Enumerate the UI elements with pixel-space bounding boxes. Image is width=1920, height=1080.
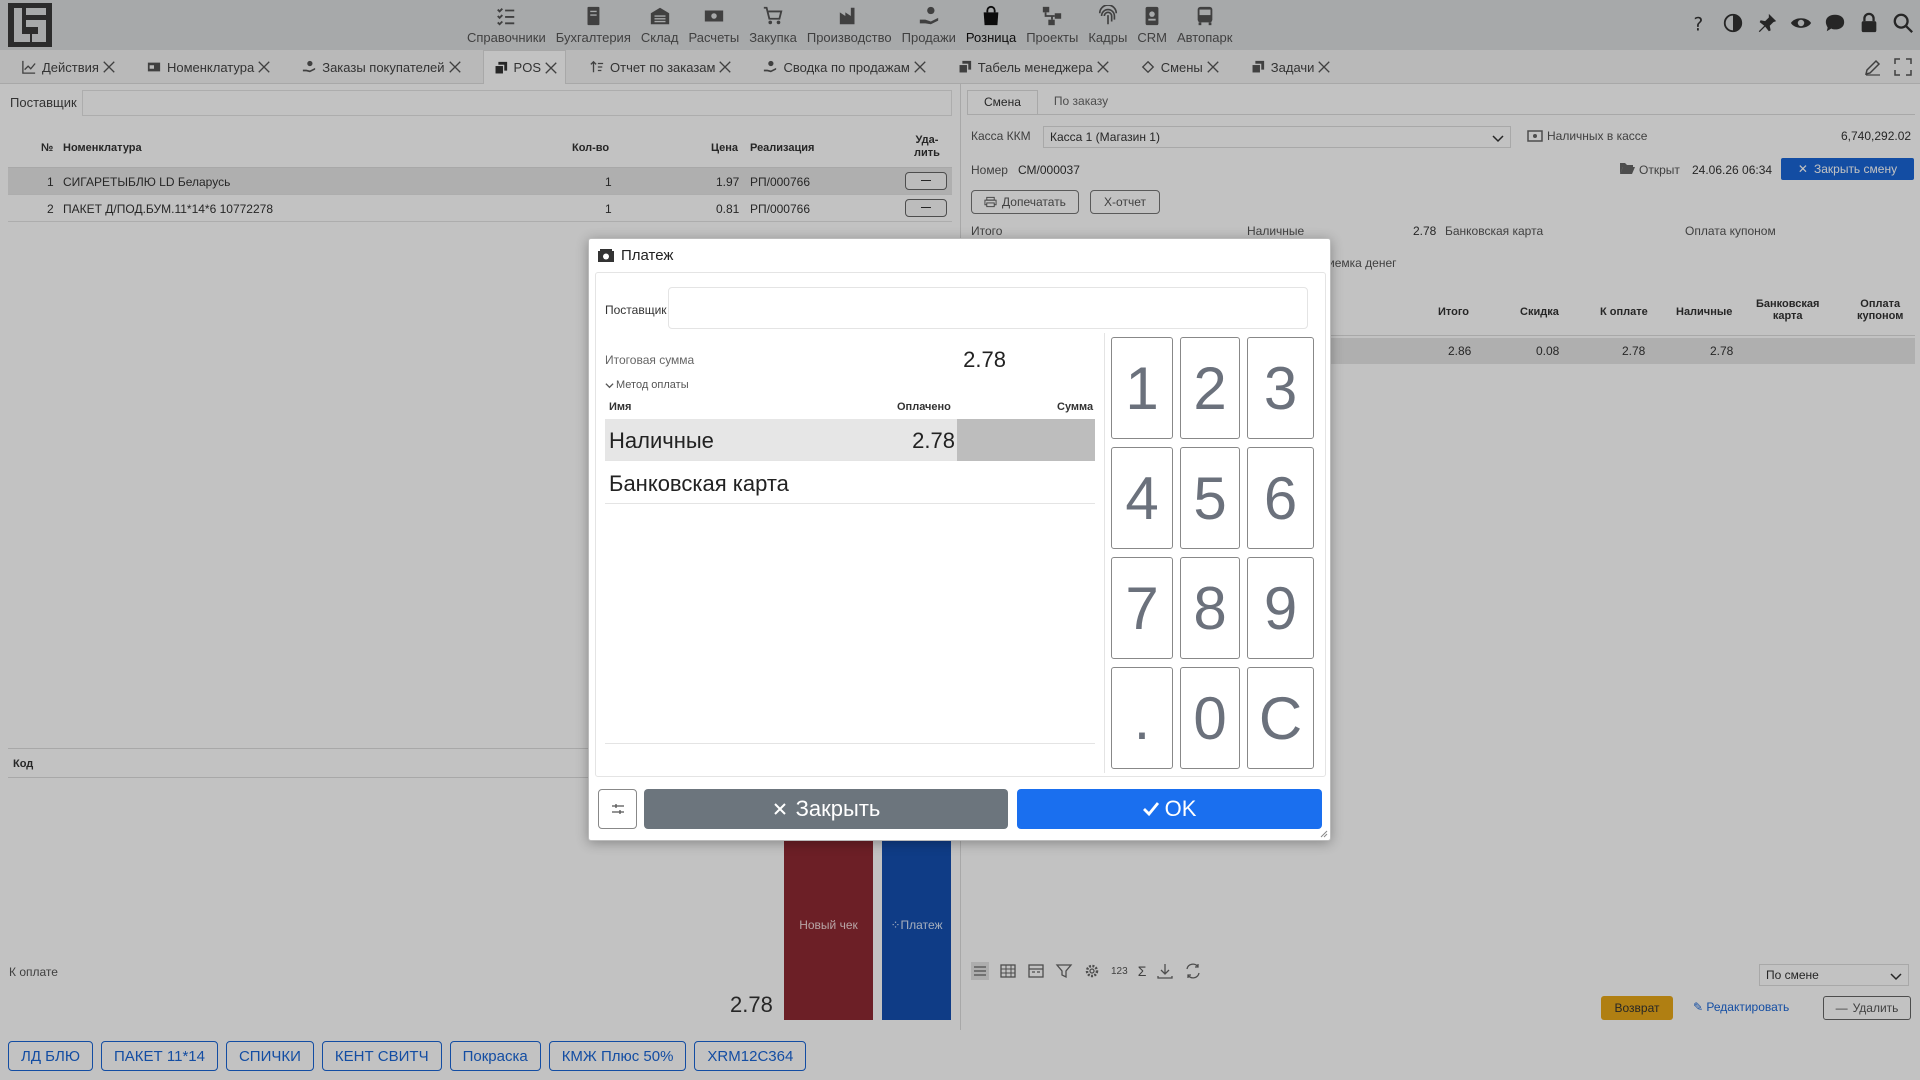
payment-method-toggle[interactable]: Метод оплаты — [605, 379, 689, 391]
total-sum-value: 2.78 — [963, 347, 1006, 372]
sliders-icon — [611, 804, 624, 814]
method-name: Наличные — [609, 428, 714, 453]
payment-method-label: Метод оплаты — [616, 379, 689, 391]
numpad: 1 2 3 4 5 6 7 8 9 . 0 C — [1111, 337, 1314, 769]
numpad-key-clear[interactable]: C — [1247, 667, 1314, 769]
divider — [605, 743, 1095, 744]
money-icon — [598, 248, 614, 262]
method-paid: 2.78 — [912, 428, 955, 453]
dialog-close-button[interactable]: Закрыть — [644, 789, 1008, 829]
divider — [1104, 333, 1105, 773]
chevron-down-icon — [605, 382, 614, 388]
payment-dialog: Платеж Поставщик Итоговая сумма 2.78 Мет… — [588, 238, 1331, 841]
dialog-title-text: Платеж — [621, 247, 674, 264]
numpad-key-7[interactable]: 7 — [1111, 557, 1173, 659]
payment-methods-header: Имя Оплачено Сумма — [605, 401, 1095, 417]
check-icon — [1142, 802, 1159, 817]
numpad-key-0[interactable]: 0 — [1180, 667, 1240, 769]
col-name: Имя — [609, 401, 632, 413]
numpad-key-4[interactable]: 4 — [1111, 447, 1173, 549]
dialog-title: Платеж — [597, 247, 673, 264]
dialog-body: Поставщик Итоговая сумма 2.78 Метод опла… — [595, 272, 1326, 777]
method-amount-input[interactable] — [957, 419, 1095, 461]
total-sum-label: Итоговая сумма — [605, 353, 695, 367]
method-name: Банковская карта — [609, 471, 789, 496]
numpad-key-3[interactable]: 3 — [1247, 337, 1314, 439]
numpad-key-dot[interactable]: . — [1111, 667, 1173, 769]
dialog-close-label: Закрыть — [795, 796, 881, 821]
payment-method-row[interactable]: Наличные 2.78 — [605, 419, 1095, 461]
numpad-key-8[interactable]: 8 — [1180, 557, 1240, 659]
numpad-key-1[interactable]: 1 — [1111, 337, 1173, 439]
numpad-key-5[interactable]: 5 — [1180, 447, 1240, 549]
supplier-input[interactable] — [668, 287, 1308, 329]
dialog-ok-button[interactable]: OK — [1017, 789, 1322, 829]
close-icon — [773, 803, 786, 815]
numpad-key-6[interactable]: 6 — [1247, 447, 1314, 549]
dialog-settings-button[interactable] — [598, 789, 637, 829]
supplier-label: Поставщик — [605, 303, 667, 317]
payment-method-row[interactable]: Банковская карта — [605, 462, 1095, 504]
resize-handle-icon[interactable] — [1320, 830, 1328, 838]
col-paid: Оплачено — [897, 401, 951, 413]
numpad-key-9[interactable]: 9 — [1247, 557, 1314, 659]
dialog-ok-label: OK — [1164, 796, 1197, 821]
col-amount: Сумма — [1057, 401, 1094, 413]
numpad-key-2[interactable]: 2 — [1180, 337, 1240, 439]
